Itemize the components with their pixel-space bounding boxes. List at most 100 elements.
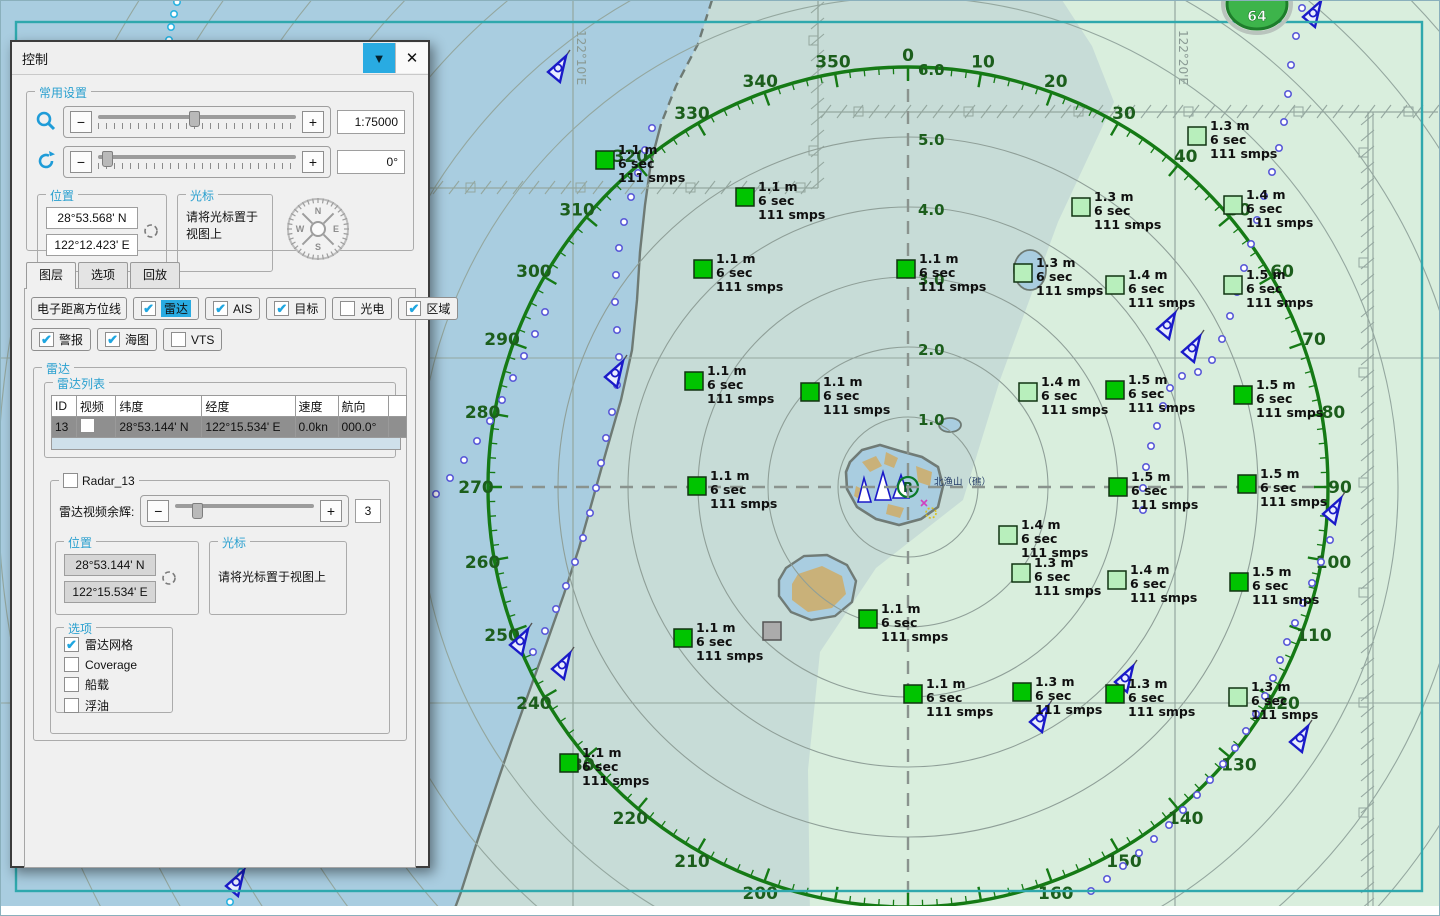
- radar13-checkbox[interactable]: [63, 473, 78, 488]
- wave-marker-square: [1013, 683, 1031, 701]
- layer-check-警报[interactable]: ✔警报: [31, 328, 91, 351]
- radar13-cursor-hint: 请将光标置于视图上: [218, 568, 340, 585]
- center-crosshair-icon[interactable]: [142, 222, 160, 243]
- wave-marker-label: 1.3 m: [1036, 255, 1076, 270]
- panel-dropdown-button[interactable]: ▼: [363, 43, 395, 73]
- wave-marker-label: 1.3 m: [1034, 555, 1074, 570]
- view-lat-field[interactable]: 28°53.568' N: [46, 207, 138, 229]
- rotation-value[interactable]: 0°: [337, 150, 405, 174]
- checkbox-icon[interactable]: ✔: [105, 332, 120, 347]
- layer-check-区域[interactable]: ✔区域: [398, 297, 458, 320]
- chain-dot: [1269, 169, 1275, 175]
- checkbox-icon[interactable]: [64, 677, 79, 692]
- rotation-slider[interactable]: − +: [63, 146, 331, 178]
- wave-marker-label: 1.5 m: [1256, 377, 1296, 392]
- panel-close-button[interactable]: ✕: [395, 43, 428, 73]
- radar13-crosshair-icon[interactable]: [160, 569, 178, 590]
- radar-table-row[interactable]: 1328°53.144' N122°15.534' E0.0kn000.0°: [52, 417, 407, 438]
- bearing-label: 330: [674, 104, 710, 124]
- wave-marker-label: 111 smps: [707, 391, 774, 406]
- bearing-label: 290: [484, 330, 520, 350]
- checkbox-icon[interactable]: ✔: [406, 301, 421, 316]
- layer-check-label: 海图: [125, 331, 149, 348]
- tab-图层[interactable]: 图层: [26, 262, 76, 289]
- zoom-plus-button[interactable]: +: [302, 111, 324, 133]
- zoom-minus-button[interactable]: −: [70, 111, 92, 133]
- wave-marker-label: 6 sec: [758, 193, 794, 208]
- chain-dot: [1281, 119, 1287, 125]
- panel-titlebar[interactable]: 控制 ▼ ✕: [12, 42, 428, 75]
- checkbox-icon[interactable]: ✔: [274, 301, 289, 316]
- rotation-minus-button[interactable]: −: [70, 151, 92, 173]
- afterglow-value[interactable]: 3: [355, 499, 381, 523]
- wave-marker-label: 1.1 m: [696, 620, 736, 635]
- common-settings-legend: 常用设置: [35, 84, 91, 101]
- chain-dot: [499, 397, 505, 403]
- option-check-船载[interactable]: 船载: [64, 676, 172, 693]
- checkbox-icon[interactable]: ✔: [213, 301, 228, 316]
- layer-check-VTS[interactable]: VTS: [163, 328, 222, 351]
- checkbox-icon[interactable]: [64, 657, 79, 672]
- layer-check-海图[interactable]: ✔ 海图: [97, 328, 157, 351]
- layer-check-光电[interactable]: 光电: [332, 297, 392, 320]
- chain-dot: [1148, 443, 1154, 449]
- wave-marker-label: 1.3 m: [1035, 674, 1075, 689]
- option-label: 雷达网格: [85, 636, 133, 653]
- wave-marker-square: [685, 372, 703, 390]
- option-check-雷达网格[interactable]: ✔ 雷达网格: [64, 636, 172, 653]
- tab-回放[interactable]: 回放: [130, 262, 180, 289]
- chain-dot: [613, 272, 619, 278]
- afterglow-minus-button[interactable]: −: [147, 500, 169, 522]
- afterglow-slider[interactable]: − +: [140, 495, 349, 527]
- option-check-浮油[interactable]: 浮油: [64, 697, 172, 714]
- layer-check-目标[interactable]: ✔目标: [266, 297, 326, 320]
- layer-check-label: VTS: [191, 333, 214, 347]
- tab-选项[interactable]: 选项: [78, 262, 128, 289]
- rotation-slider-handle[interactable]: [102, 151, 113, 167]
- checkbox-icon[interactable]: [171, 332, 186, 347]
- wave-marker-square: [763, 622, 781, 640]
- checkbox-icon[interactable]: ✔: [39, 332, 54, 347]
- chain-dot: [593, 485, 599, 491]
- chain-dot: [461, 457, 467, 463]
- wave-marker-label: 6 sec: [1128, 690, 1164, 705]
- wave-marker-label: 6 sec: [1131, 483, 1167, 498]
- edl-button[interactable]: 电子距离方位线: [31, 297, 127, 320]
- chain-dot: [612, 299, 618, 305]
- afterglow-plus-button[interactable]: +: [320, 500, 342, 522]
- zoom-slider[interactable]: − +: [63, 106, 331, 138]
- checkbox-icon[interactable]: [340, 301, 355, 316]
- range-ring-label: 4.0: [918, 201, 945, 219]
- view-lon-field[interactable]: 122°12.423' E: [46, 234, 138, 256]
- chain-dot: [609, 409, 615, 415]
- wave-marker-label: 6 sec: [919, 265, 955, 280]
- option-check-Coverage[interactable]: Coverage: [64, 657, 172, 672]
- layer-check-雷达[interactable]: ✔雷达: [133, 297, 199, 320]
- wave-marker-label: 1.5 m: [1252, 564, 1292, 579]
- wave-marker-label: 6 sec: [881, 615, 917, 630]
- rotation-plus-button[interactable]: +: [302, 151, 324, 173]
- wave-marker-square: [1014, 264, 1032, 282]
- waypoint-badge-label: 64: [1247, 9, 1267, 25]
- zoom-slider-handle[interactable]: [189, 111, 200, 127]
- chain-dot: [1136, 850, 1142, 856]
- zoom-scale-value[interactable]: 1:75000: [337, 110, 405, 134]
- checkbox-icon[interactable]: ✔: [141, 301, 156, 316]
- checkbox-icon[interactable]: ✔: [64, 637, 79, 652]
- radar-table[interactable]: ID视频纬度经度速度航向1328°53.144' N122°15.534' E0…: [51, 395, 407, 438]
- chain-dot: [1167, 385, 1173, 391]
- bearing-label: 220: [613, 809, 649, 829]
- layer-check-AIS[interactable]: ✔AIS: [205, 297, 260, 320]
- bearing-label: 310: [559, 200, 595, 220]
- radar-video-checkbox[interactable]: [80, 418, 95, 433]
- bearing-label: 10: [971, 53, 995, 73]
- close-icon: ✕: [406, 49, 419, 67]
- bearing-label: 160: [1038, 884, 1074, 904]
- afterglow-slider-handle[interactable]: [192, 503, 203, 519]
- wave-marker-square: [736, 188, 754, 206]
- wave-marker-label: 1.4 m: [1021, 517, 1061, 532]
- wave-marker-label: 1.1 m: [707, 363, 747, 378]
- control-panel[interactable]: 控制 ▼ ✕ 常用设置 − + 1:750: [10, 40, 430, 868]
- checkbox-icon[interactable]: [64, 698, 79, 713]
- wave-marker-label: 111 smps: [1036, 283, 1103, 298]
